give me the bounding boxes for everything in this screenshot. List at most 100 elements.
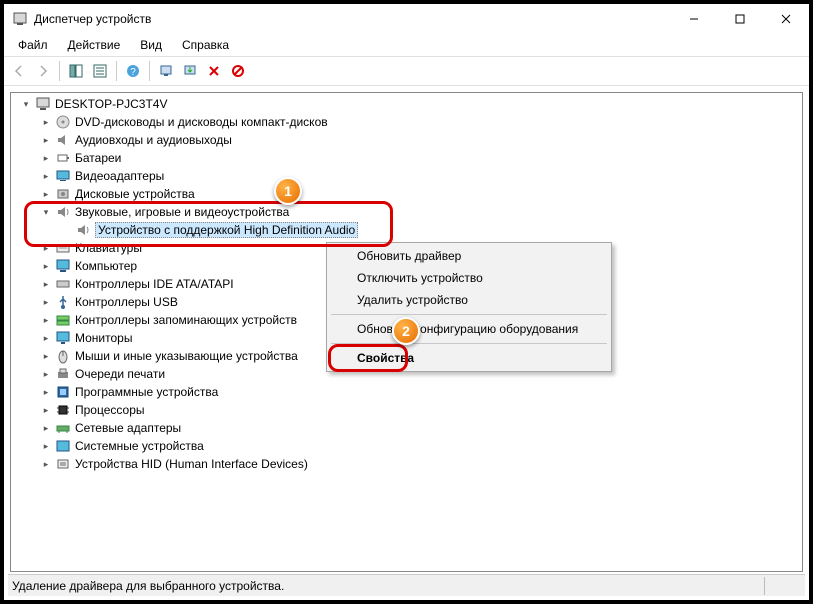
- statusbar: Удаление драйвера для выбранного устройс…: [8, 574, 805, 596]
- chevron-right-icon[interactable]: ▸: [39, 367, 53, 381]
- tree-category-label: Контроллеры USB: [75, 295, 178, 309]
- device-category-icon: [55, 420, 71, 436]
- tree-category[interactable]: ▸ DVD-дисководы и дисководы компакт-диско…: [13, 113, 802, 131]
- tree-category[interactable]: ▸ Процессоры: [13, 401, 802, 419]
- titlebar: Диспетчер устройств: [4, 4, 809, 34]
- menu-file[interactable]: Файл: [10, 36, 56, 54]
- device-category-icon: [55, 402, 71, 418]
- tree-category[interactable]: ▸ Видеоадаптеры: [13, 167, 802, 185]
- device-category-icon: [55, 168, 71, 184]
- chevron-right-icon[interactable]: ▸: [39, 115, 53, 129]
- chevron-right-icon[interactable]: ▸: [39, 169, 53, 183]
- chevron-down-icon[interactable]: ▾: [19, 97, 33, 111]
- device-category-icon: [55, 204, 71, 220]
- tree-category-label: Программные устройства: [75, 385, 218, 399]
- chevron-right-icon[interactable]: ▸: [39, 313, 53, 327]
- back-button[interactable]: [8, 60, 30, 82]
- chevron-right-icon[interactable]: ▸: [39, 439, 53, 453]
- toolbar-panel-icon[interactable]: [65, 60, 87, 82]
- toolbar-remove-icon[interactable]: [203, 60, 225, 82]
- tree-category-label: Контроллеры запоминающих устройств: [75, 313, 297, 327]
- device-category-icon: [55, 258, 71, 274]
- toolbar: ?: [4, 56, 809, 86]
- toolbar-update-icon[interactable]: [179, 60, 201, 82]
- tree-category-label: Видеоадаптеры: [75, 169, 164, 183]
- tree-category-label: DVD-дисководы и дисководы компакт-дисков: [75, 115, 328, 129]
- chevron-right-icon[interactable]: ▸: [39, 187, 53, 201]
- tree-category-label: Устройства HID (Human Interface Devices): [75, 457, 308, 471]
- tree-root-label: DESKTOP-PJC3T4V: [55, 97, 167, 111]
- toolbar-scan-icon[interactable]: [155, 60, 177, 82]
- menu-action[interactable]: Действие: [60, 36, 129, 54]
- tree-category-label: Мыши и иные указывающие устройства: [75, 349, 298, 363]
- tree-category-label: Сетевые адаптеры: [75, 421, 181, 435]
- computer-icon: [35, 96, 51, 112]
- context-properties[interactable]: Свойства: [329, 347, 609, 369]
- forward-button[interactable]: [32, 60, 54, 82]
- tree-category-label: Процессоры: [75, 403, 145, 417]
- tree-category-label: Контроллеры IDE ATA/ATAPI: [75, 277, 234, 291]
- context-separator: [331, 343, 607, 344]
- window-title: Диспетчер устройств: [34, 12, 151, 26]
- tree-category[interactable]: ▾ Звуковые, игровые и видеоустройства: [13, 203, 802, 221]
- context-menu: Обновить драйвер Отключить устройство Уд…: [326, 242, 612, 372]
- context-update-driver[interactable]: Обновить драйвер: [329, 245, 609, 267]
- audio-device-icon: [75, 222, 91, 238]
- chevron-right-icon[interactable]: ▸: [39, 331, 53, 345]
- chevron-right-icon[interactable]: ▸: [39, 241, 53, 255]
- tree-category-label: Очереди печати: [75, 367, 165, 381]
- device-category-icon: [55, 384, 71, 400]
- chevron-right-icon[interactable]: ▸: [39, 349, 53, 363]
- chevron-right-icon[interactable]: ▸: [39, 277, 53, 291]
- tree-category[interactable]: ▸Батареи: [13, 149, 802, 167]
- tree-category-label: Клавиатуры: [75, 241, 142, 255]
- svg-text:?: ?: [130, 67, 136, 78]
- chevron-right-icon[interactable]: ▸: [39, 151, 53, 165]
- tree-category-label: Дисковые устройства: [75, 187, 195, 201]
- status-text: Удаление драйвера для выбранного устройс…: [12, 579, 284, 593]
- device-category-icon: [55, 366, 71, 382]
- chevron-down-icon[interactable]: ▾: [39, 205, 53, 219]
- chevron-right-icon[interactable]: ▸: [39, 295, 53, 309]
- tree-category-label: Звуковые, игровые и видеоустройства: [75, 205, 289, 219]
- tree-device-selected[interactable]: Устройство с поддержкой High Definition …: [13, 221, 802, 239]
- menu-help[interactable]: Справка: [174, 36, 237, 54]
- tree-category[interactable]: ▸ Системные устройства: [13, 437, 802, 455]
- tree-category[interactable]: ▸ Устройства HID (Human Interface Devices…: [13, 455, 802, 473]
- minimize-button[interactable]: [671, 4, 717, 34]
- chevron-right-icon[interactable]: ▸: [39, 133, 53, 147]
- tree-category-label: Системные устройства: [75, 439, 204, 453]
- menu-view[interactable]: Вид: [132, 36, 170, 54]
- tree-category-label: Мониторы: [75, 331, 132, 345]
- context-disable-device[interactable]: Отключить устройство: [329, 267, 609, 289]
- tree-category-label: Компьютер: [75, 259, 137, 273]
- toolbar-disable-icon[interactable]: [227, 60, 249, 82]
- tree-device-label: Устройство с поддержкой High Definition …: [95, 222, 358, 238]
- context-remove-device[interactable]: Удалить устройство: [329, 289, 609, 311]
- tree-category[interactable]: ▸ Дисковые устройства: [13, 185, 802, 203]
- device-category-icon: [55, 294, 71, 310]
- tree-category[interactable]: ▸ Сетевые адаптеры: [13, 419, 802, 437]
- device-category-icon: [55, 330, 71, 346]
- device-category-icon: [55, 312, 71, 328]
- device-category-icon: [55, 348, 71, 364]
- device-category-icon: [55, 114, 71, 130]
- maximize-button[interactable]: [717, 4, 763, 34]
- tree-root[interactable]: ▾ DESKTOP-PJC3T4V: [13, 95, 802, 113]
- toolbar-help-icon[interactable]: ?: [122, 60, 144, 82]
- chevron-right-icon[interactable]: ▸: [39, 421, 53, 435]
- context-refresh-config[interactable]: Обновить конфигурацию оборудования: [329, 318, 609, 340]
- device-category-icon: [55, 186, 71, 202]
- chevron-right-icon[interactable]: ▸: [39, 403, 53, 417]
- toolbar-details-icon[interactable]: [89, 60, 111, 82]
- tree-category[interactable]: ▸Аудиовходы и аудиовыходы: [13, 131, 802, 149]
- device-category-icon: [55, 456, 71, 472]
- close-button[interactable]: [763, 4, 809, 34]
- context-separator: [331, 314, 607, 315]
- chevron-right-icon[interactable]: ▸: [39, 385, 53, 399]
- tree-category[interactable]: ▸ Программные устройства: [13, 383, 802, 401]
- chevron-right-icon[interactable]: ▸: [39, 457, 53, 471]
- chevron-right-icon[interactable]: ▸: [39, 259, 53, 273]
- app-icon: [12, 11, 28, 27]
- device-category-icon: [55, 240, 71, 256]
